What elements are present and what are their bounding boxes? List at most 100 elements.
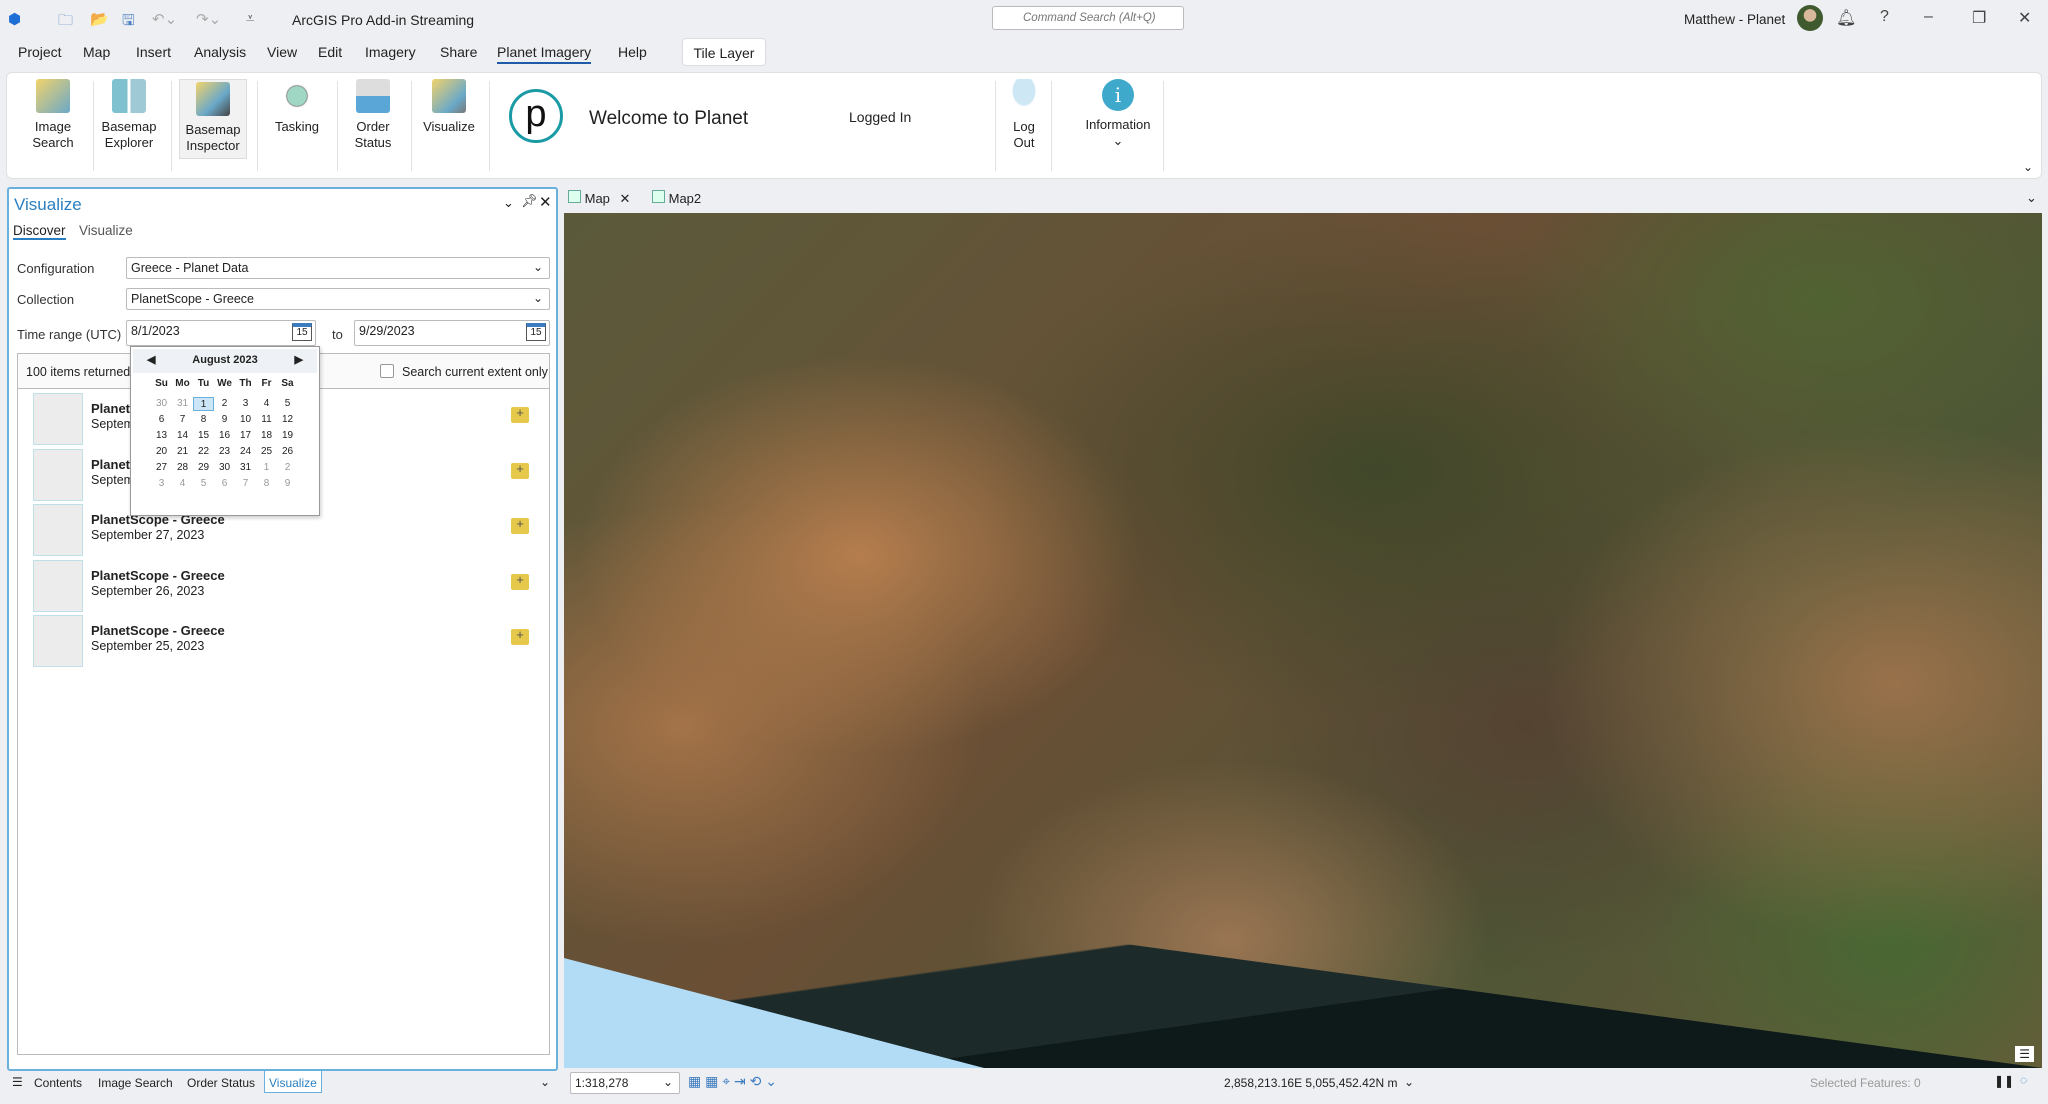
add-to-map-icon[interactable]: + bbox=[511, 406, 529, 423]
bell-icon[interactable]: 🔔︎ bbox=[1836, 8, 1856, 28]
calendar-day[interactable]: 22 bbox=[193, 445, 214, 459]
pin-icon[interactable]: 📌︎ bbox=[521, 193, 538, 209]
basemap-explorer-button[interactable]: Basemap Explorer bbox=[95, 79, 163, 151]
menu-help[interactable]: Help bbox=[618, 44, 647, 60]
calendar-day[interactable]: 31 bbox=[235, 461, 256, 475]
coord-format-chevron[interactable]: ⌄ bbox=[1404, 1075, 1414, 1089]
close-button[interactable]: ✕ bbox=[2018, 8, 2031, 28]
calendar-day[interactable]: 9 bbox=[214, 413, 235, 427]
open-project-icon[interactable]: 📂 bbox=[90, 10, 109, 28]
calendar-icon[interactable]: 15 bbox=[292, 323, 312, 341]
information-button[interactable]: i Information ⌄ bbox=[1075, 79, 1161, 149]
calendar-day[interactable]: 3 bbox=[151, 477, 172, 491]
calendar-day[interactable]: 11 bbox=[256, 413, 277, 427]
calendar-day[interactable]: 30 bbox=[214, 461, 235, 475]
new-project-icon[interactable]: 🗀 bbox=[58, 10, 73, 35]
calendar-day[interactable]: 28 bbox=[172, 461, 193, 475]
calendar-day[interactable]: 1 bbox=[256, 461, 277, 475]
list-item[interactable]: PlanetScope - Greece September 26, 2023 + bbox=[25, 560, 545, 614]
menu-project[interactable]: Project bbox=[18, 44, 62, 60]
configuration-select[interactable]: Greece - Planet Data ⌄ bbox=[126, 257, 550, 279]
calendar-day[interactable]: 27 bbox=[151, 461, 172, 475]
redo-icon[interactable]: ↷⌄ bbox=[196, 10, 221, 28]
menu-view[interactable]: View bbox=[267, 44, 297, 60]
order-status-button[interactable]: Order Status bbox=[341, 79, 405, 151]
calendar-day[interactable]: 23 bbox=[214, 445, 235, 459]
pane-options-icon[interactable]: ⌄ bbox=[503, 195, 514, 211]
prev-month-icon[interactable]: ◀ bbox=[147, 353, 155, 366]
collapse-ribbon-icon[interactable]: ⌄ bbox=[2023, 160, 2033, 174]
undo-icon[interactable]: ↶⌄ bbox=[152, 10, 177, 28]
close-tab-icon[interactable]: ✕ bbox=[620, 191, 631, 206]
tab-discover[interactable]: Discover bbox=[13, 223, 66, 240]
attribution-icon[interactable]: ☰ bbox=[2015, 1046, 2034, 1062]
calendar-day[interactable]: 15 bbox=[193, 429, 214, 443]
calendar-day[interactable]: 10 bbox=[235, 413, 256, 427]
calendar-day[interactable]: 14 bbox=[172, 429, 193, 443]
calendar-day[interactable]: 20 bbox=[151, 445, 172, 459]
pause-icon[interactable]: ❚❚ bbox=[1994, 1074, 2014, 1088]
calendar-day[interactable]: 30 bbox=[151, 397, 172, 411]
calendar-day[interactable]: 13 bbox=[151, 429, 172, 443]
calendar-day[interactable]: 9 bbox=[277, 477, 298, 491]
next-month-icon[interactable]: ▶ bbox=[295, 353, 303, 366]
calendar-day[interactable]: 6 bbox=[214, 477, 235, 491]
calendar-day[interactable]: 21 bbox=[172, 445, 193, 459]
add-to-map-icon[interactable]: + bbox=[511, 628, 529, 645]
menu-insert[interactable]: Insert bbox=[136, 44, 171, 60]
extent-checkbox[interactable] bbox=[380, 364, 394, 378]
help-button[interactable]: ? bbox=[1880, 8, 1889, 26]
calendar-day[interactable]: 5 bbox=[277, 397, 298, 411]
add-to-map-icon[interactable]: + bbox=[511, 462, 529, 479]
menu-analysis[interactable]: Analysis bbox=[194, 44, 246, 60]
menu-share[interactable]: Share bbox=[440, 44, 477, 60]
tab-tile-layer[interactable]: Tile Layer bbox=[682, 38, 766, 66]
collection-select[interactable]: PlanetScope - Greece ⌄ bbox=[126, 288, 550, 310]
calendar-icon[interactable]: 15 bbox=[526, 323, 546, 341]
customize-toolbar-icon[interactable]: ⩡ bbox=[246, 10, 254, 27]
calendar-day[interactable]: 1 bbox=[193, 397, 214, 411]
calendar-day[interactable]: 6 bbox=[151, 413, 172, 427]
calendar-day[interactable]: 4 bbox=[172, 477, 193, 491]
calendar-day[interactable]: 19 bbox=[277, 429, 298, 443]
menu-imagery[interactable]: Imagery bbox=[365, 44, 416, 60]
add-to-map-icon[interactable]: + bbox=[511, 573, 529, 590]
basemap-inspector-button[interactable]: Basemap Inspector bbox=[179, 79, 247, 159]
calendar-day[interactable]: 17 bbox=[235, 429, 256, 443]
calendar-day[interactable]: 12 bbox=[277, 413, 298, 427]
tab-image-search[interactable]: Image Search bbox=[98, 1076, 173, 1090]
calendar-day[interactable]: 24 bbox=[235, 445, 256, 459]
list-item[interactable]: PlanetScope - Greece September 25, 2023 + bbox=[25, 615, 545, 669]
tab-order-status[interactable]: Order Status bbox=[187, 1076, 255, 1090]
calendar-day[interactable]: 5 bbox=[193, 477, 214, 491]
tasking-button[interactable]: Tasking bbox=[265, 79, 329, 135]
end-date-input[interactable]: 9/29/2023 15 bbox=[354, 320, 550, 346]
tab-contents[interactable]: Contents bbox=[34, 1076, 82, 1090]
calendar-day[interactable]: 4 bbox=[256, 397, 277, 411]
app-title[interactable]: ArcGIS Pro Add-in Streaming bbox=[292, 12, 474, 28]
calendar-day[interactable]: 29 bbox=[193, 461, 214, 475]
command-search-input[interactable]: Command Search (Alt+Q) bbox=[992, 6, 1184, 30]
log-out-button[interactable]: Log Out bbox=[1003, 79, 1045, 151]
calendar-day[interactable]: 3 bbox=[235, 397, 256, 411]
image-search-button[interactable]: Image Search bbox=[21, 79, 85, 151]
map-tab-map[interactable]: Map ✕ bbox=[568, 190, 630, 207]
calendar-day[interactable]: 16 bbox=[214, 429, 235, 443]
calendar-day[interactable]: 18 bbox=[256, 429, 277, 443]
calendar-day[interactable]: 31 bbox=[172, 397, 193, 411]
calendar-day[interactable]: 2 bbox=[214, 397, 235, 411]
add-to-map-icon[interactable]: + bbox=[511, 517, 529, 534]
start-date-input[interactable]: 8/1/2023 15 bbox=[126, 320, 316, 346]
calendar-day[interactable]: 7 bbox=[172, 413, 193, 427]
map-view[interactable]: ☰ bbox=[564, 213, 2042, 1068]
map-tab-map2[interactable]: Map2 bbox=[652, 190, 701, 206]
chevron-down-icon[interactable]: ⌄ bbox=[540, 1075, 550, 1089]
tab-visualize-bottom[interactable]: Visualize bbox=[264, 1071, 322, 1093]
restore-button[interactable]: ❐ bbox=[1972, 8, 1986, 28]
calendar-day[interactable]: 8 bbox=[256, 477, 277, 491]
menu-map[interactable]: Map bbox=[83, 44, 110, 60]
calendar-day[interactable]: 25 bbox=[256, 445, 277, 459]
refresh-icon[interactable]: ◌ bbox=[2020, 1073, 2027, 1087]
user-name[interactable]: Matthew - Planet bbox=[1684, 12, 1785, 27]
calendar-day[interactable]: 8 bbox=[193, 413, 214, 427]
